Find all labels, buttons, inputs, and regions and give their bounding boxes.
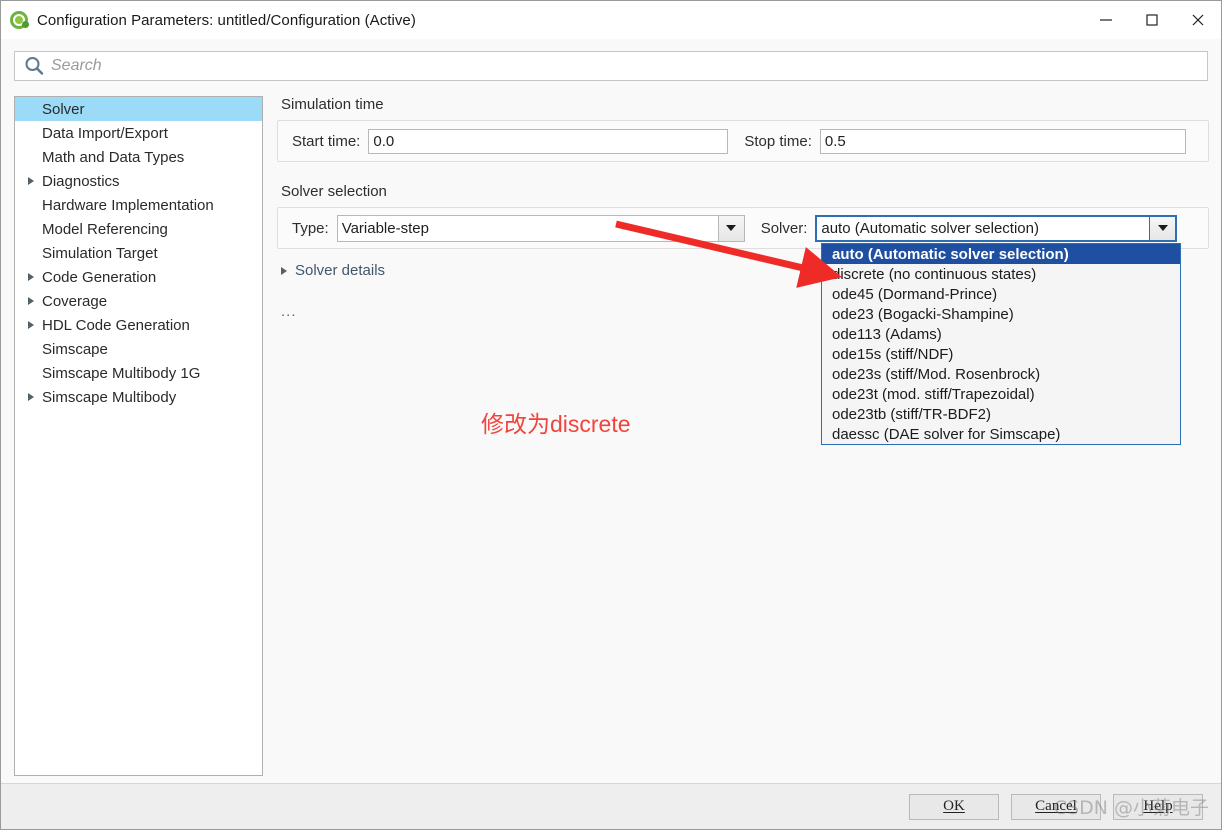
sidebar-item-label: Math and Data Types [42, 148, 185, 166]
chevron-down-icon[interactable] [717, 215, 744, 241]
window-title: Configuration Parameters: untitled/Confi… [37, 11, 416, 29]
sidebar-item-model-referencing[interactable]: Model Referencing [15, 217, 262, 241]
search-input[interactable] [51, 57, 1171, 75]
chevron-right-icon[interactable] [23, 289, 39, 313]
chevron-right-icon[interactable] [23, 265, 39, 289]
start-time-label: Start time: [292, 132, 361, 150]
window-controls [1083, 1, 1221, 39]
solver-option[interactable]: auto (Automatic solver selection) [822, 244, 1180, 264]
settings-tree-list: Solver Data Import/Export Math and Data Ty… [15, 97, 262, 409]
sidebar-item-label: Simscape [42, 340, 108, 358]
search-bar[interactable] [14, 51, 1208, 81]
sidebar-item-hardware-implementation[interactable]: Hardware Implementation [15, 193, 262, 217]
solver-option[interactable]: ode45 (Dormand-Prince) [822, 284, 1180, 304]
sidebar-item-code-generation[interactable]: Code Generation [15, 265, 262, 289]
csdn-watermark: CSDN @小菊电子 [1053, 797, 1209, 819]
simulation-time-group-title: Simulation time [281, 96, 384, 113]
sidebar-item-label: Code Generation [42, 268, 157, 286]
stop-time-label: Stop time: [744, 132, 812, 150]
sidebar-item-simscape[interactable]: Simscape [15, 337, 262, 361]
solver-type-label: Type: [292, 219, 329, 237]
solver-option[interactable]: ode23s (stiff/Mod. Rosenbrock) [822, 364, 1180, 384]
solver-combobox[interactable]: auto (Automatic solver selection) [815, 214, 1178, 242]
sidebar-item-label: Hardware Implementation [42, 196, 214, 214]
solver-option[interactable]: ode113 (Adams) [822, 324, 1180, 344]
sidebar-item-solver[interactable]: Solver [15, 97, 262, 121]
simulink-icon [10, 11, 29, 29]
maximize-icon[interactable] [1129, 1, 1175, 39]
sidebar-item-coverage[interactable]: Coverage [15, 289, 262, 313]
ok-button-label: OK [943, 798, 965, 814]
sidebar-item-label: HDL Code Generation [42, 316, 190, 334]
solver-details-label: Solver details [295, 262, 386, 279]
sidebar-item-simulation-target[interactable]: Simulation Target [15, 241, 262, 265]
solver-dropdown-list[interactable]: auto (Automatic solver selection) discret… [821, 243, 1181, 445]
solver-type-combobox[interactable]: Variable-step [336, 214, 745, 242]
sidebar-item-hdl-code-generation[interactable]: HDL Code Generation [15, 313, 262, 337]
dialog-footer: OK Cancel Help [1, 783, 1221, 829]
sidebar-item-label: Simscape Multibody 1G [42, 364, 201, 382]
stop-time-field[interactable] [819, 128, 1186, 154]
sidebar-item-simscape-multibody[interactable]: Simscape Multibody [15, 385, 262, 409]
search-icon [23, 55, 45, 77]
solver-option[interactable]: ode15s (stiff/NDF) [822, 344, 1180, 364]
title-bar: Configuration Parameters: untitled/Confi… [1, 1, 1221, 39]
solver-option[interactable]: daessc (DAE solver for Simscape) [822, 424, 1180, 444]
sidebar-item-label: Model Referencing [42, 220, 168, 238]
chevron-down-icon[interactable] [1149, 216, 1176, 240]
minimize-icon[interactable] [1083, 1, 1129, 39]
solver-option[interactable]: ode23 (Bogacki-Shampine) [822, 304, 1180, 324]
solver-option[interactable]: ode23tb (stiff/TR-BDF2) [822, 404, 1180, 424]
chevron-right-icon[interactable] [23, 313, 39, 337]
chevron-right-icon [281, 266, 287, 275]
sidebar-item-label: Diagnostics [42, 172, 120, 190]
sidebar-item-label: Coverage [42, 292, 108, 310]
solver-selection-group-title: Solver selection [281, 183, 387, 200]
sidebar-item-math-and-data-types[interactable]: Math and Data Types [15, 145, 262, 169]
simulation-time-group: Start time: Stop time: [277, 120, 1209, 162]
solver-dropdown-options: auto (Automatic solver selection) discret… [822, 244, 1180, 444]
solver-value: auto (Automatic solver selection) [821, 219, 1039, 237]
solver-option[interactable]: discrete (no continuous states) [822, 264, 1180, 284]
solver-option[interactable]: ode23t (mod. stiff/Trapezoidal) [822, 384, 1180, 404]
sidebar-item-simscape-multibody-1g[interactable]: Simscape Multibody 1G [15, 361, 262, 385]
sidebar-item-diagnostics[interactable]: Diagnostics [15, 169, 262, 193]
sidebar-item-data-import-export[interactable]: Data Import/Export [15, 121, 262, 145]
sidebar-item-label: Data Import/Export [42, 124, 168, 142]
sidebar-item-label: Simscape Multibody [42, 388, 177, 406]
close-icon[interactable] [1175, 1, 1221, 39]
settings-tree[interactable]: Solver Data Import/Export Math and Data Ty… [14, 96, 263, 776]
annotation-note: 修改为discrete [481, 411, 631, 437]
ok-button[interactable]: OK [909, 793, 999, 820]
chevron-right-icon[interactable] [23, 169, 39, 193]
configuration-parameters-dialog: Configuration Parameters: untitled/Confi… [0, 0, 1222, 830]
solver-type-value: Variable-step [341, 219, 429, 237]
chevron-right-icon[interactable] [23, 385, 39, 409]
sidebar-item-label: Solver [42, 100, 85, 118]
sidebar-item-label: Simulation Target [42, 244, 158, 262]
start-time-field[interactable] [368, 128, 729, 154]
solver-label: Solver: [760, 219, 808, 237]
